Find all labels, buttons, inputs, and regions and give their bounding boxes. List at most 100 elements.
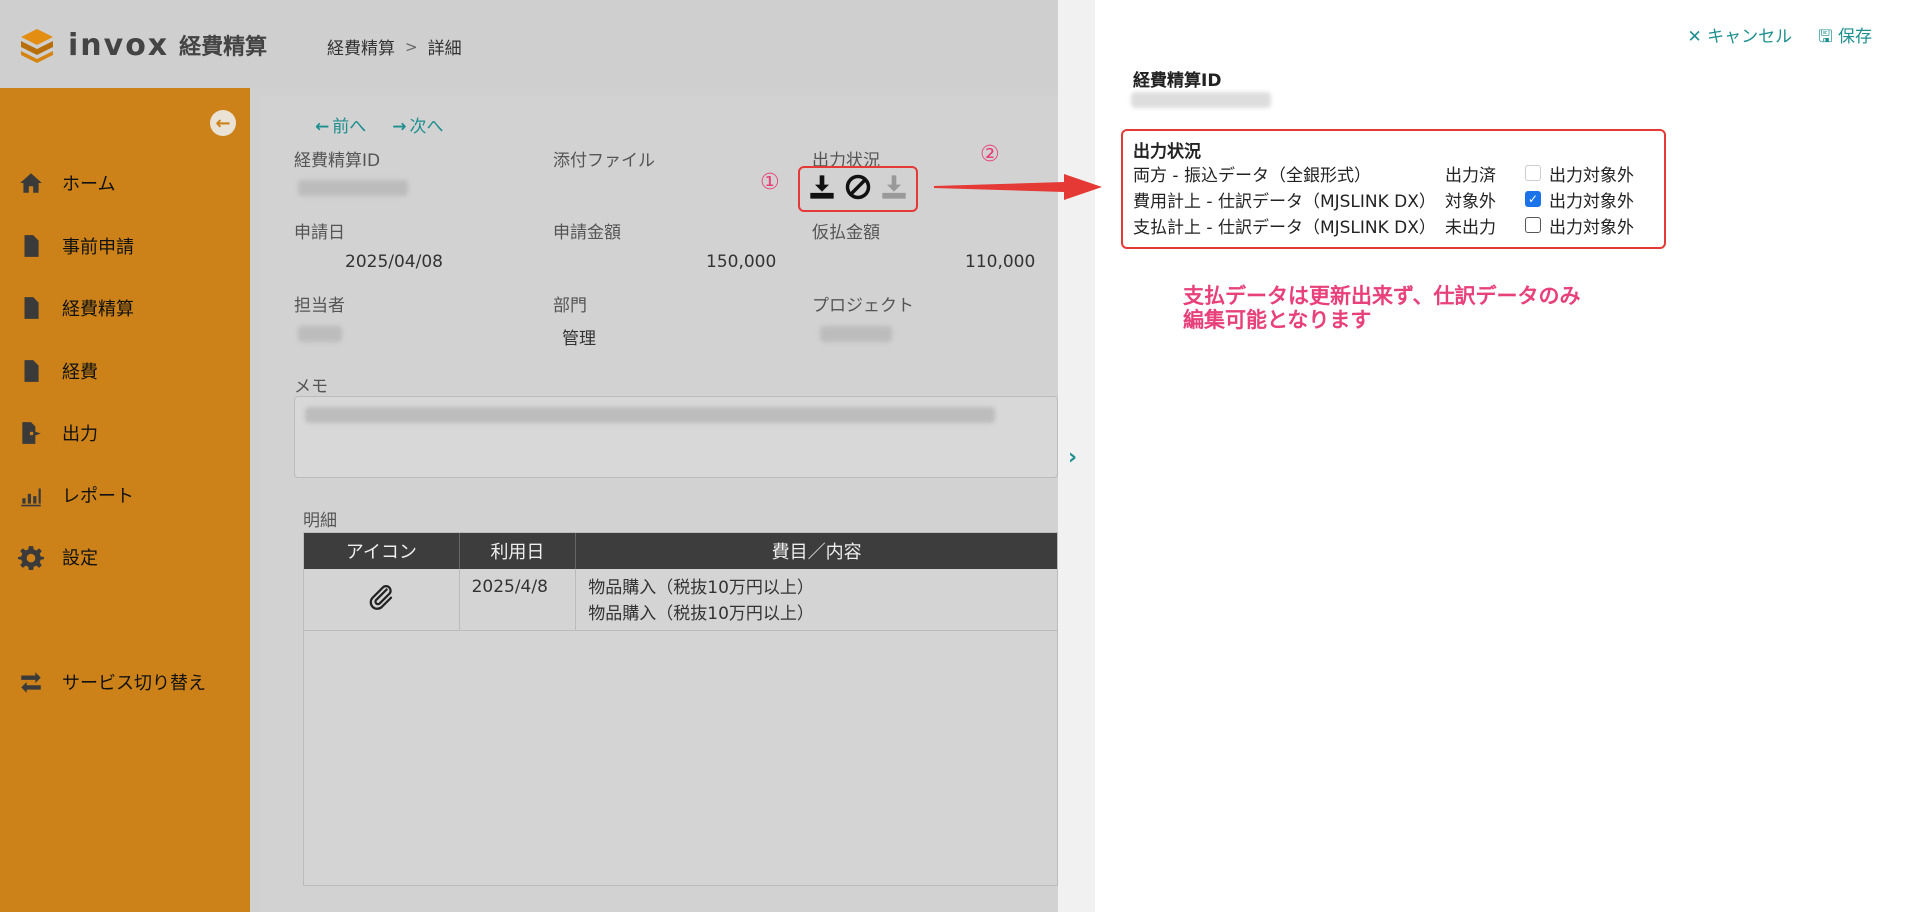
save-button[interactable]: 🖫 保存 [1818, 22, 1872, 53]
memo-value [305, 407, 995, 423]
status-row-expense-journal: 費用計上 - 仕訳データ（MJSLINK DX） 対象外 ✓ 出力対象外 [1133, 187, 1634, 212]
annotation-marker-1: ① [760, 170, 780, 195]
record-navigation: ← 前へ → 次へ [315, 112, 444, 137]
sidebar-item-service-switch[interactable]: サービス切り替え [0, 660, 250, 704]
exclude-checkbox [1525, 165, 1541, 181]
file-export-icon [0, 420, 62, 446]
output-status-title: 出力状況 [1133, 142, 1201, 162]
app-header: invox 経費精算 経費精算 > 詳細 [0, 0, 1058, 88]
label-expense-id: 経費精算ID [294, 151, 381, 171]
sidebar-item-pre-application[interactable]: 事前申請 [0, 224, 250, 268]
owner-value [298, 326, 342, 342]
paperclip-icon[interactable] [366, 582, 396, 617]
arrow-left-icon: ← [215, 112, 231, 134]
document-icon [0, 358, 62, 384]
breadcrumb-separator: > [405, 37, 418, 56]
label-memo: メモ [294, 377, 328, 397]
sidebar-item-label: 設定 [62, 548, 98, 569]
chart-icon [0, 482, 62, 508]
document-icon [0, 233, 62, 259]
apply-amount-value: 150,000 [706, 252, 777, 272]
use-date-cell: 2025/4/8 [460, 569, 577, 630]
exclude-checkbox-label: 出力対象外 [1549, 165, 1634, 186]
sidebar: ← ホーム 事前申請 経費精算 経費 出力 レポート 設定 サービス切り替え [0, 88, 250, 912]
status-row-transfer: 両方 - 振込データ（全銀形式） 出力済 出力対象外 [1133, 162, 1634, 186]
chevron-right-icon[interactable]: › [1068, 445, 1077, 470]
column-header-icon[interactable]: アイコン [304, 533, 460, 569]
label-attachment: 添付ファイル [553, 151, 655, 171]
detail-table: アイコン 利用日 費目／内容 2025/4/8 物品購入（税抜10万円以上） 物… [303, 532, 1058, 886]
sidebar-item-settings[interactable]: 設定 [0, 535, 250, 579]
sidebar-item-label: レポート [62, 486, 134, 507]
status-row-name: 費用計上 - 仕訳データ（MJSLINK DX） [1133, 191, 1436, 212]
annotation-note-line: 支払データは更新出来ず、仕訳データのみ [1183, 284, 1581, 308]
check-icon: ✓ [1527, 192, 1539, 206]
annotation-note: 支払データは更新出来ず、仕訳データのみ 編集可能となります [1183, 284, 1581, 332]
save-icon: 🖫 [1818, 27, 1833, 47]
exclude-checkbox[interactable] [1525, 217, 1541, 233]
drawer-id-label: 経費精算ID [1133, 71, 1222, 91]
column-header-item[interactable]: 費目／内容 [576, 533, 1057, 569]
sidebar-item-expense[interactable]: 経費 [0, 349, 250, 393]
label-project: プロジェクト [812, 296, 914, 316]
drawer-id-value [1131, 92, 1271, 108]
status-row-payment-journal: 支払計上 - 仕訳データ（MJSLINK DX） 未出力 出力対象外 [1133, 213, 1634, 238]
annotation-note-line: 編集可能となります [1183, 308, 1372, 332]
sidebar-item-home[interactable]: ホーム [0, 161, 250, 205]
next-button[interactable]: → 次へ [392, 112, 443, 137]
document-icon [0, 295, 62, 321]
logo-subtitle: 経費精算 [179, 35, 268, 60]
item-line: 物品購入（税抜10万円以上） [588, 578, 814, 598]
download-disabled-icon [880, 173, 908, 206]
collapse-sidebar-button[interactable]: ← [210, 110, 236, 136]
sidebar-item-expense-settlement[interactable]: 経費精算 [0, 286, 250, 330]
logo[interactable]: invox 経費精算 [18, 26, 267, 64]
logo-icon [18, 26, 56, 64]
project-value [820, 326, 892, 342]
sidebar-item-label: 事前申請 [62, 237, 134, 258]
sidebar-item-label: サービス切り替え [62, 673, 206, 694]
annotation-marker-2: ② [980, 142, 1000, 167]
cancel-button[interactable]: ✕ キャンセル [1687, 22, 1792, 53]
status-row-state: 未出力 [1445, 217, 1496, 238]
label-owner: 担当者 [294, 296, 345, 316]
breadcrumb: 経費精算 > 詳細 [327, 34, 462, 60]
download-icon[interactable] [808, 173, 836, 206]
arrow-right-icon: → [392, 117, 407, 137]
prev-button[interactable]: ← 前へ [315, 112, 366, 137]
table-row[interactable]: 2025/4/8 物品購入（税抜10万円以上） 物品購入（税抜10万円以上） [304, 569, 1057, 631]
exclude-checkbox-label[interactable]: 出力対象外 [1549, 213, 1634, 238]
detail-panel: ← 前へ → 次へ 経費精算ID 添付ファイル 出力状況 ① 申請日 2025/04… [260, 96, 1058, 912]
sidebar-item-label: ホーム [62, 174, 116, 195]
exclude-checkbox[interactable]: ✓ [1525, 191, 1541, 207]
column-header-date[interactable]: 利用日 [460, 533, 577, 569]
breadcrumb-root[interactable]: 経費精算 [327, 34, 395, 59]
status-row-state: 出力済 [1445, 165, 1496, 186]
logo-text: invox [68, 27, 170, 63]
label-apply-date: 申請日 [294, 223, 345, 243]
apply-date-value: 2025/04/08 [345, 252, 443, 272]
status-row-name: 支払計上 - 仕訳データ（MJSLINK DX） [1133, 217, 1436, 238]
drawer-actions: ✕ キャンセル 🖫 保存 [1687, 22, 1872, 53]
label-department: 部門 [553, 296, 587, 316]
close-icon: ✕ [1687, 27, 1702, 47]
switch-icon [0, 669, 62, 695]
expense-id-value [298, 180, 408, 196]
sidebar-item-output[interactable]: 出力 [0, 411, 250, 455]
sidebar-item-report[interactable]: レポート [0, 473, 250, 517]
label-apply-amount: 申請金額 [553, 223, 621, 243]
attachment-cell [304, 569, 460, 630]
item-cell: 物品購入（税抜10万円以上） 物品購入（税抜10万円以上） [576, 569, 1057, 630]
excluded-icon[interactable] [844, 173, 872, 206]
status-row-name: 両方 - 振込データ（全銀形式） [1133, 165, 1371, 186]
sidebar-item-label: 経費 [62, 362, 98, 383]
home-icon [0, 170, 62, 196]
memo-field[interactable] [294, 396, 1058, 478]
department-value: 管理 [562, 329, 596, 349]
arrow-left-icon: ← [315, 117, 330, 137]
sidebar-item-label: 経費精算 [62, 299, 134, 320]
exclude-checkbox-label[interactable]: 出力対象外 [1549, 187, 1634, 212]
table-header: アイコン 利用日 費目／内容 [304, 533, 1057, 569]
output-status-icons [798, 166, 918, 212]
label-advance-amount: 仮払金額 [812, 223, 880, 243]
